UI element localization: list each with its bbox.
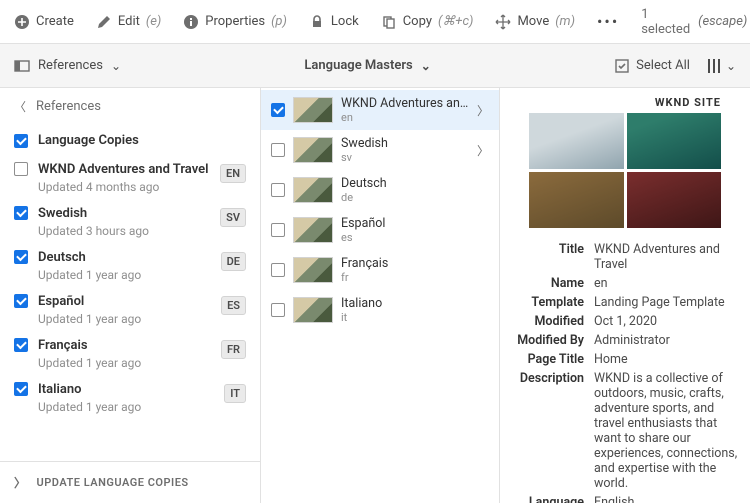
checkbox[interactable] <box>271 103 285 117</box>
chevron-down-icon: ⌄ <box>111 59 121 73</box>
more-button[interactable]: ••• <box>597 12 619 31</box>
select-all-button[interactable]: Select All <box>614 58 690 74</box>
checkbox[interactable] <box>14 250 28 264</box>
column-item[interactable]: Españoles <box>261 210 499 250</box>
checkbox[interactable] <box>14 162 28 176</box>
language-badge: DE <box>221 252 246 271</box>
checkbox[interactable] <box>271 183 285 197</box>
copy-button[interactable]: Copy (⌘+c) <box>381 14 474 30</box>
selection-count: 1 selected <box>641 7 690 37</box>
checkbox[interactable] <box>271 263 285 277</box>
select-all-icon <box>614 58 630 74</box>
language-copy-item[interactable]: EspañolUpdated 1 year ago ES <box>0 288 260 332</box>
language-copy-item[interactable]: ItalianoUpdated 1 year ago IT <box>0 376 260 420</box>
lock-button[interactable]: Lock <box>309 14 359 30</box>
language-badge: SV <box>220 208 246 227</box>
references-header: References <box>36 99 101 114</box>
chevron-down-icon: ⌄ <box>421 59 431 73</box>
chevron-right-icon: 〉 <box>14 474 27 491</box>
lock-icon <box>309 14 325 30</box>
checkbox[interactable] <box>271 143 285 157</box>
edit-button[interactable]: Edit (e) <box>96 14 161 30</box>
page-thumb-icon <box>293 177 333 203</box>
language-badge: FR <box>221 340 246 359</box>
top-toolbar: Create Edit (e) Properties (p) Lock Copy… <box>0 0 750 44</box>
move-button[interactable]: Move (m) <box>495 14 575 30</box>
language-copy-item[interactable]: FrançaisUpdated 1 year ago FR <box>0 332 260 376</box>
column-view: WKND Adventures and Travelen 〉 Swedishsv… <box>261 88 500 503</box>
move-icon <box>495 14 511 30</box>
checkbox[interactable] <box>14 338 28 352</box>
panel-icon <box>14 58 30 74</box>
chevron-down-icon: ⌄ <box>726 59 736 73</box>
page-thumb-icon <box>293 97 333 123</box>
checkbox[interactable] <box>14 134 28 148</box>
checkbox[interactable] <box>14 206 28 220</box>
column-view-icon <box>708 59 720 73</box>
language-badge: IT <box>224 384 246 403</box>
references-dropdown[interactable]: References ⌄ <box>14 58 121 74</box>
pencil-icon <box>96 14 112 30</box>
info-circle-icon <box>183 14 199 30</box>
column-item[interactable]: Italianoit <box>261 290 499 330</box>
page-thumbnail: WKND SITE <box>529 96 721 228</box>
chevron-right-icon: 〉 <box>477 142 489 159</box>
column-item[interactable]: WKND Adventures and Travelen 〉 <box>261 90 499 130</box>
column-item[interactable]: Deutschde <box>261 170 499 210</box>
language-copy-item[interactable]: WKND Adventures and TravelUpdated 4 mont… <box>0 156 260 200</box>
create-button[interactable]: Create <box>14 14 74 30</box>
checkbox[interactable] <box>14 294 28 308</box>
view-switcher[interactable]: ⌄ <box>708 59 736 73</box>
chevron-left-icon[interactable]: 〈 <box>14 98 26 115</box>
detail-panel: WKND SITE TitleWKND Adventures and Trave… <box>500 88 750 503</box>
column-item[interactable]: Françaisfr <box>261 250 499 290</box>
page-thumb-icon <box>293 297 333 323</box>
plus-circle-icon <box>14 14 30 30</box>
language-copy-item[interactable]: DeutschUpdated 1 year ago DE <box>0 244 260 288</box>
breadcrumb[interactable]: Language Masters ⌄ <box>304 58 430 73</box>
page-thumb-icon <box>293 137 333 163</box>
references-panel: 〈 References Language Copies WKND Advent… <box>0 88 261 503</box>
chevron-right-icon: 〉 <box>477 102 489 119</box>
language-badge: EN <box>220 164 246 183</box>
page-thumb-icon <box>293 257 333 283</box>
update-language-copies[interactable]: 〉 UPDATE LANGUAGE COPIES <box>0 461 260 503</box>
checkbox[interactable] <box>271 303 285 317</box>
page-thumb-icon <box>293 217 333 243</box>
column-item[interactable]: Swedishsv 〉 <box>261 130 499 170</box>
checkbox[interactable] <box>271 223 285 237</box>
secondary-bar: References ⌄ Language Masters ⌄ Select A… <box>0 44 750 88</box>
properties-button[interactable]: Properties (p) <box>183 14 287 30</box>
copy-icon <box>381 14 397 30</box>
checkbox[interactable] <box>14 382 28 396</box>
language-badge: ES <box>221 296 246 315</box>
language-copy-item[interactable]: SwedishUpdated 3 hours ago SV <box>0 200 260 244</box>
